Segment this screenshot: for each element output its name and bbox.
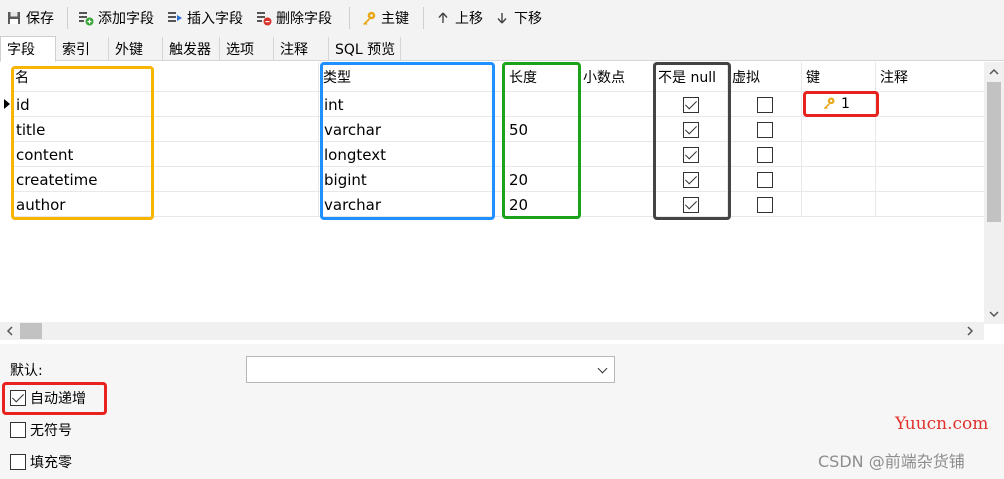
highlight-name-column: [11, 66, 154, 220]
virtual-checkbox[interactable]: [757, 97, 773, 113]
arrow-up-icon: [435, 10, 451, 26]
move-up-button[interactable]: 上移: [435, 8, 483, 28]
virtual-checkbox[interactable]: [757, 122, 773, 138]
vertical-scroll-thumb[interactable]: [987, 82, 1001, 222]
virtual-checkbox[interactable]: [757, 197, 773, 213]
delete-field-button[interactable]: 删除字段: [256, 8, 332, 28]
tab-indexes[interactable]: 索引: [56, 37, 109, 61]
tab-bar: 字段 索引 外键 触发器 选项 注释 SQL 预览: [0, 36, 1004, 62]
tab-foreign-keys[interactable]: 外键: [109, 37, 163, 61]
add-field-button[interactable]: 添加字段: [78, 8, 154, 28]
header-decimal[interactable]: 小数点: [580, 62, 625, 92]
horizontal-scroll-thumb[interactable]: [20, 323, 42, 339]
virtual-checkbox[interactable]: [757, 147, 773, 163]
key-icon: [361, 10, 377, 26]
tab-options[interactable]: 选项: [220, 37, 274, 61]
arrow-down-icon: [494, 10, 510, 26]
delete-field-label: 删除字段: [276, 11, 332, 27]
toolbar: 保存 添加字段 插入字段 删除字段 主键 上移 下移: [0, 0, 1004, 36]
tab-fields[interactable]: 字段: [0, 36, 56, 62]
highlight-type-column: [320, 62, 495, 220]
horizontal-scrollbar[interactable]: [0, 322, 984, 340]
scroll-down-icon: [989, 311, 999, 318]
default-label: 默认:: [10, 363, 43, 379]
header-key[interactable]: 键: [803, 62, 820, 92]
delete-field-icon: [256, 10, 272, 26]
unsigned-checkbox[interactable]: [10, 422, 26, 438]
primary-key-label: 主键: [381, 11, 409, 27]
scroll-left-icon: [6, 326, 13, 336]
tab-sql-preview[interactable]: SQL 预览: [329, 37, 401, 61]
vertical-scrollbar[interactable]: [984, 62, 1004, 324]
current-row-indicator: [4, 99, 10, 109]
header-virtual[interactable]: 虚拟: [729, 62, 760, 92]
zerofill-checkbox[interactable]: [10, 454, 26, 470]
chevron-down-icon: [597, 363, 608, 374]
header-comment[interactable]: 注释: [877, 62, 908, 92]
save-label: 保存: [26, 11, 54, 27]
fields-grid: 名 类型 长度 小数点 不是 null 虚拟 键 注释 id int 1 tit…: [0, 62, 1004, 324]
virtual-checkbox[interactable]: [757, 172, 773, 188]
insert-field-button[interactable]: 插入字段: [167, 8, 243, 28]
primary-key-button[interactable]: 主键: [361, 8, 409, 28]
highlight-not-null-column: [653, 62, 731, 220]
highlight-auto-increment: [2, 382, 107, 415]
field-options-panel: 默认: 自动递增 无符号 填充零 Yuucn.com CSDN @前端杂货铺: [0, 344, 1004, 479]
add-field-icon: [78, 10, 94, 26]
highlight-key-cell: [803, 91, 879, 117]
insert-field-icon: [167, 10, 183, 26]
add-field-label: 添加字段: [98, 11, 154, 27]
tab-triggers[interactable]: 触发器: [163, 37, 220, 61]
tab-comments[interactable]: 注释: [274, 37, 329, 61]
highlight-length-column: [502, 62, 581, 219]
scroll-right-icon: [967, 326, 974, 336]
insert-field-label: 插入字段: [187, 11, 243, 27]
save-button[interactable]: 保存: [6, 8, 54, 28]
unsigned-label: 无符号: [30, 423, 72, 439]
save-icon: [6, 10, 22, 26]
move-down-label: 下移: [514, 11, 542, 27]
move-down-button[interactable]: 下移: [494, 8, 542, 28]
default-select[interactable]: [246, 356, 615, 383]
scroll-up-icon: [989, 68, 999, 75]
watermark-author: CSDN @前端杂货铺: [818, 452, 965, 471]
move-up-label: 上移: [455, 11, 483, 27]
watermark-site: Yuucn.com: [895, 414, 989, 434]
zerofill-label: 填充零: [30, 455, 72, 471]
